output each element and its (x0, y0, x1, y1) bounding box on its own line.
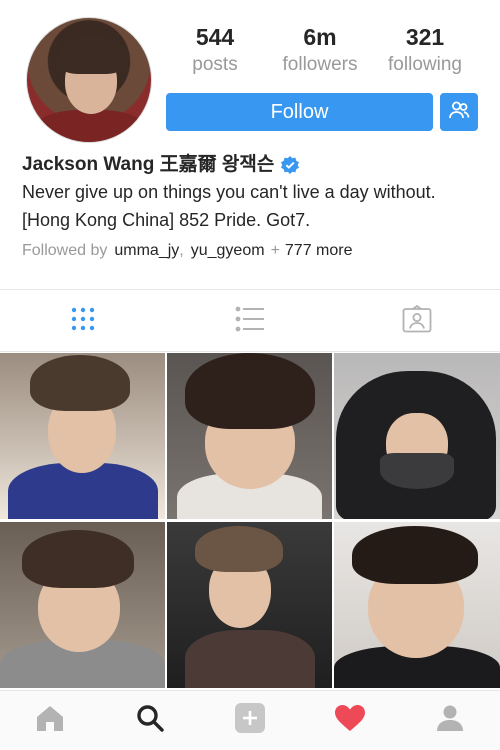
list-icon (235, 306, 265, 337)
tab-grid[interactable] (0, 291, 167, 351)
nav-home[interactable] (0, 691, 100, 750)
followed-by-user[interactable]: umma_jy (114, 240, 179, 262)
followed-by[interactable]: Followed by umma_jy, yu_gyeom + 777 more (22, 240, 492, 262)
search-icon (135, 703, 165, 738)
followed-by-prefix: Followed by (22, 242, 108, 259)
stat-followers-label: followers (282, 54, 358, 75)
tab-list[interactable] (167, 291, 334, 351)
avatar[interactable] (26, 17, 152, 143)
avatar-shirt (37, 110, 143, 142)
bottom-nav (0, 690, 500, 750)
nav-add-post[interactable] (200, 691, 300, 750)
bio-line-2: [Hong Kong China] 852 Pride. Got7. (22, 210, 311, 230)
profile-icon (436, 704, 464, 737)
followed-by-plus: + (270, 242, 280, 259)
follow-button[interactable]: Follow (166, 93, 433, 131)
post-thumbnail[interactable] (334, 522, 500, 688)
grid-icon (70, 306, 96, 337)
profile-name: Jackson Wang 王嘉爾 왕잭슨 (22, 154, 275, 175)
profile-header: 544 posts 6m followers 321 following Fol… (0, 0, 500, 150)
post-thumbnail[interactable] (0, 522, 165, 688)
post-thumbnail[interactable] (334, 353, 500, 519)
suggested-users-button[interactable] (440, 93, 478, 131)
stat-following-value: 321 (405, 24, 445, 50)
stat-following[interactable]: 321 following (375, 22, 475, 78)
stat-following-label: following (388, 54, 462, 75)
home-icon (35, 704, 65, 737)
nav-profile[interactable] (400, 691, 500, 750)
profile-stats: 544 posts 6m followers 321 following (165, 22, 475, 78)
stat-followers[interactable]: 6m followers (270, 22, 370, 78)
nav-search[interactable] (100, 691, 200, 750)
divider (0, 289, 500, 290)
stat-posts-label: posts (192, 54, 238, 75)
posts-grid (0, 353, 500, 689)
verified-badge-icon (280, 155, 300, 175)
view-tabs (0, 291, 500, 351)
followed-by-user[interactable]: yu_gyeom (191, 240, 265, 262)
nav-activity[interactable] (300, 691, 400, 750)
stat-followers-value: 6m (303, 24, 337, 50)
followed-by-separator: , (179, 242, 184, 259)
divider (0, 351, 500, 352)
avatar-hair (57, 36, 127, 74)
post-thumbnail[interactable] (167, 522, 332, 688)
profile-bio: Jackson Wang 王嘉爾 왕잭슨 Never give up on th… (22, 152, 492, 262)
profile-name-row: Jackson Wang 王嘉爾 왕잭슨 (22, 152, 492, 178)
add-person-icon (448, 99, 470, 126)
heart-icon (334, 704, 366, 737)
post-thumbnail[interactable] (167, 353, 332, 519)
tagged-icon (402, 304, 432, 338)
add-post-icon (234, 702, 266, 739)
bio-line-1: Never give up on things you can't live a… (22, 182, 436, 202)
tab-tagged[interactable] (333, 291, 500, 351)
post-thumbnail[interactable] (0, 353, 165, 519)
stat-posts[interactable]: 544 posts (165, 22, 265, 78)
stat-posts-value: 544 (195, 24, 235, 50)
followed-by-more[interactable]: 777 more (285, 240, 353, 262)
